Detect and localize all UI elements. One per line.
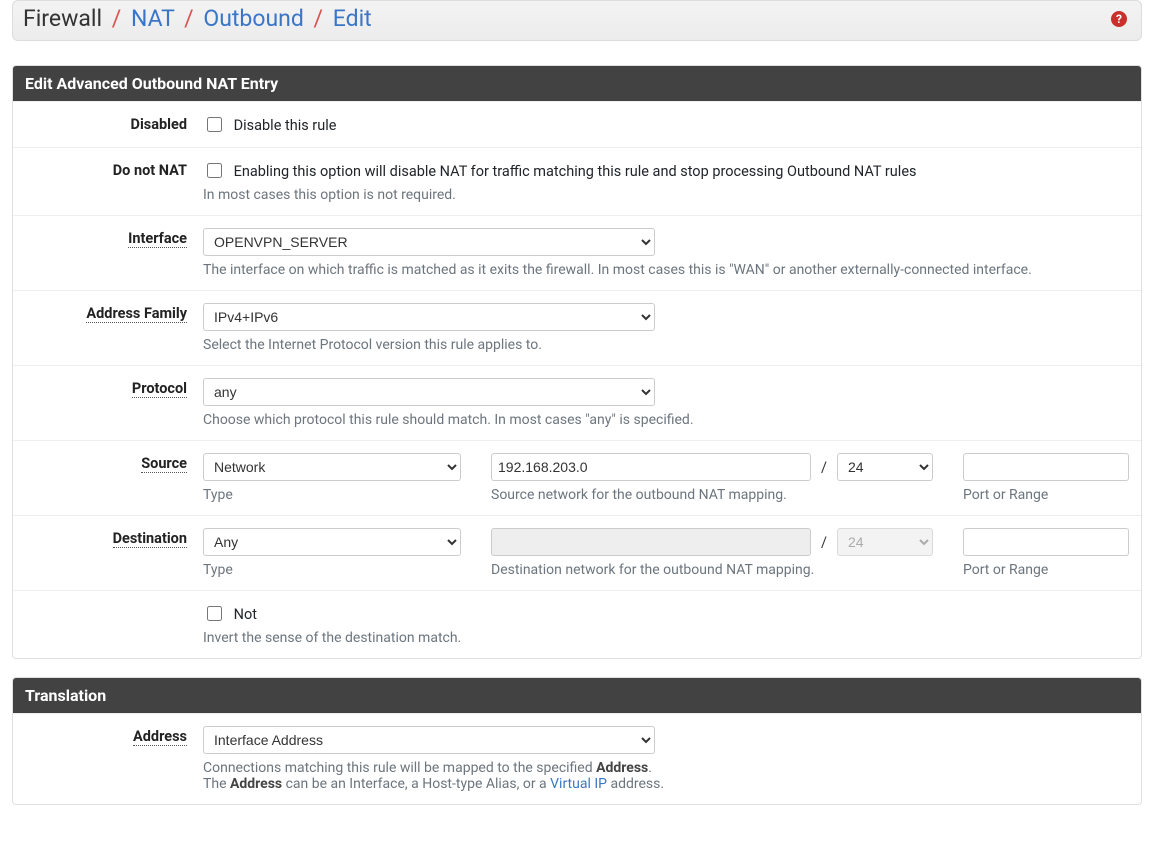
label-interface: Interface [13, 228, 203, 278]
destination-port-caption: Port or Range [963, 562, 1129, 578]
source-network-caption: Source network for the outbound NAT mapp… [491, 487, 933, 503]
page-header: Firewall / NAT / Outbound / Edit ? [12, 0, 1142, 41]
destination-port-input[interactable] [963, 528, 1129, 556]
disabled-checkbox-wrap[interactable]: Disable this rule [203, 117, 336, 134]
source-network-input[interactable] [491, 453, 811, 481]
help-icon[interactable]: ? [1111, 11, 1127, 27]
breadcrumb-outbound[interactable]: Outbound [203, 5, 303, 32]
translation-address-help: Connections matching this rule will be m… [203, 760, 1129, 792]
interface-help: The interface on which traffic is matche… [203, 262, 1129, 278]
breadcrumb-edit[interactable]: Edit [333, 5, 372, 32]
destination-type-caption: Type [203, 562, 461, 578]
breadcrumb-nat[interactable]: NAT [131, 5, 174, 32]
panel-edit-nat: Edit Advanced Outbound NAT Entry Disable… [12, 65, 1142, 659]
label-protocol: Protocol [13, 378, 203, 428]
translation-address-select[interactable]: Interface Address [203, 726, 655, 754]
label-disabled: Disabled [13, 114, 203, 135]
breadcrumb: Firewall / NAT / Outbound / Edit [23, 5, 1111, 32]
destination-type-select[interactable]: Any [203, 528, 461, 556]
virtual-ip-link[interactable]: Virtual IP [550, 776, 607, 792]
not-checkbox[interactable] [207, 606, 222, 621]
label-source: Source [13, 453, 203, 503]
breadcrumb-root: Firewall [23, 5, 102, 32]
label-donotnat: Do not NAT [13, 160, 203, 203]
not-checkbox-wrap[interactable]: Not [203, 606, 257, 623]
panel-translation-title: Translation [13, 678, 1141, 713]
address-family-select[interactable]: IPv4+IPv6 [203, 303, 655, 331]
donotnat-checkbox[interactable] [207, 163, 222, 178]
label-trans-address: Address [13, 726, 203, 792]
protocol-select[interactable]: any [203, 378, 655, 406]
address-family-help: Select the Internet Protocol version thi… [203, 337, 1129, 353]
source-type-select[interactable]: Network [203, 453, 461, 481]
source-port-caption: Port or Range [963, 487, 1129, 503]
panel-translation: Translation Address Interface Address Co… [12, 677, 1142, 805]
source-port-input[interactable] [963, 453, 1129, 481]
not-help: Invert the sense of the destination matc… [203, 630, 1129, 646]
disabled-checkbox-label: Disable this rule [234, 117, 337, 134]
disabled-checkbox[interactable] [207, 117, 222, 132]
destination-network-input [491, 528, 811, 556]
donotnat-help: In most cases this option is not require… [203, 187, 1129, 203]
panel-title: Edit Advanced Outbound NAT Entry [13, 66, 1141, 101]
label-destination: Destination [13, 528, 203, 578]
donotnat-checkbox-wrap[interactable]: Enabling this option will disable NAT fo… [203, 163, 917, 180]
destination-network-caption: Destination network for the outbound NAT… [491, 562, 933, 578]
interface-select[interactable]: OPENVPN_SERVER [203, 228, 655, 256]
source-type-caption: Type [203, 487, 461, 503]
source-mask-select[interactable]: 24 [837, 453, 933, 481]
not-checkbox-label: Not [234, 606, 257, 623]
label-address-family: Address Family [13, 303, 203, 353]
destination-mask-select: 24 [837, 528, 933, 556]
protocol-help: Choose which protocol this rule should m… [203, 412, 1129, 428]
donotnat-checkbox-label: Enabling this option will disable NAT fo… [234, 163, 917, 180]
